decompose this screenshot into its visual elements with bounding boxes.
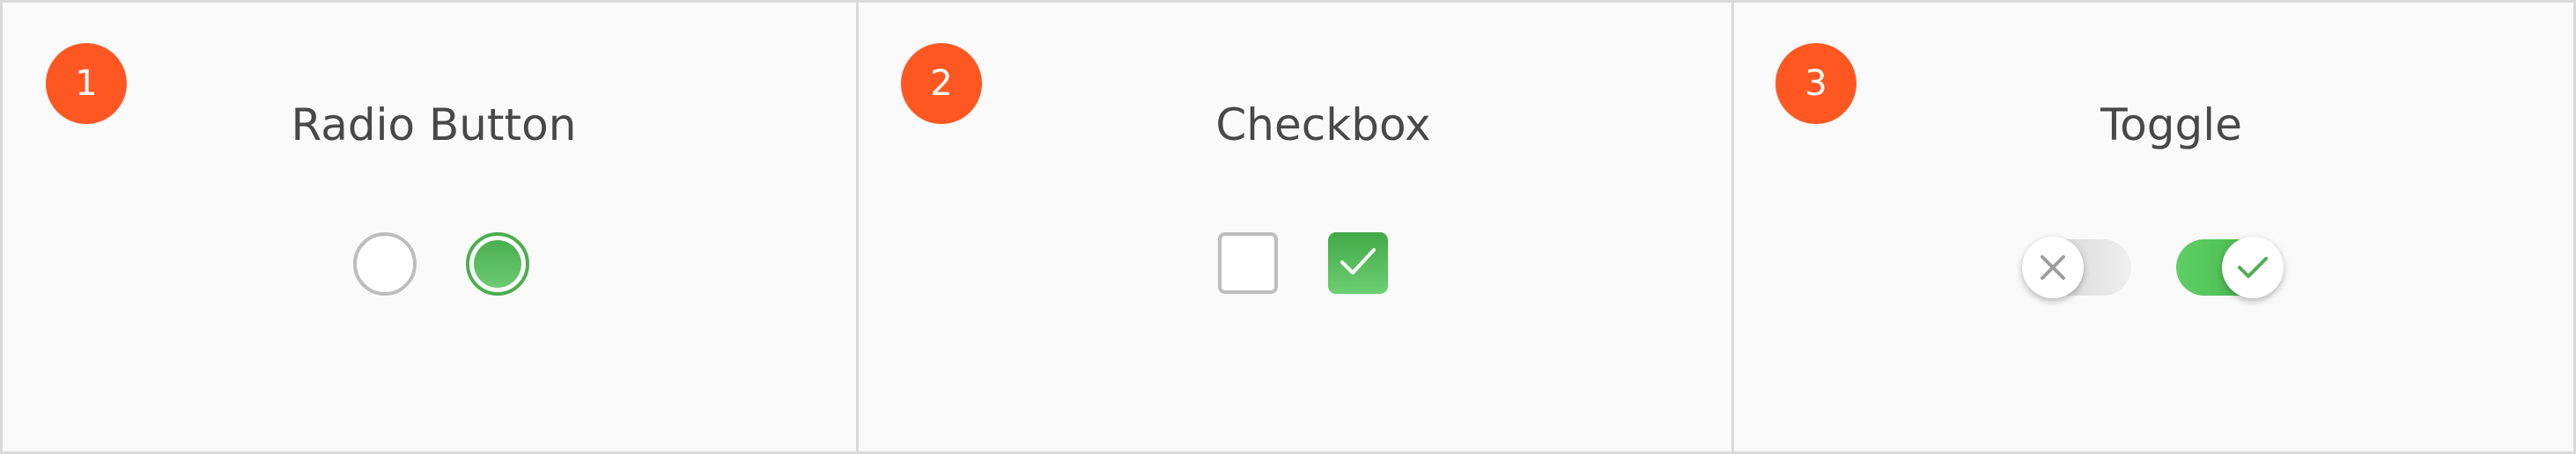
panel-title: Radio Button <box>291 99 577 150</box>
check-icon <box>2238 257 2268 278</box>
check-icon <box>1340 248 1376 275</box>
radio-button-panel: 1 Radio Button <box>3 3 856 451</box>
close-icon <box>2041 255 2065 280</box>
checkbox-panel: 2 Checkbox <box>856 3 1731 451</box>
toggle-panel: 3 Toggle <box>1731 3 2573 451</box>
toggle-knob[interactable] <box>2222 237 2284 298</box>
radio-selected[interactable] <box>466 232 529 296</box>
checkbox-checked[interactable] <box>1328 232 1388 294</box>
toggle-on[interactable] <box>2176 237 2284 298</box>
checkbox-unchecked[interactable] <box>1218 232 1278 294</box>
toggle-off[interactable] <box>2022 237 2131 298</box>
radio-selected-dot <box>474 240 521 288</box>
toggle-knob[interactable] <box>2022 237 2084 298</box>
radio-unselected[interactable] <box>353 232 417 296</box>
panel-title: Checkbox <box>1215 99 1431 150</box>
panel-title: Toggle <box>2100 99 2242 150</box>
component-showcase: 1 Radio Button 2 Checkbox 3 Toggle <box>0 0 2576 454</box>
